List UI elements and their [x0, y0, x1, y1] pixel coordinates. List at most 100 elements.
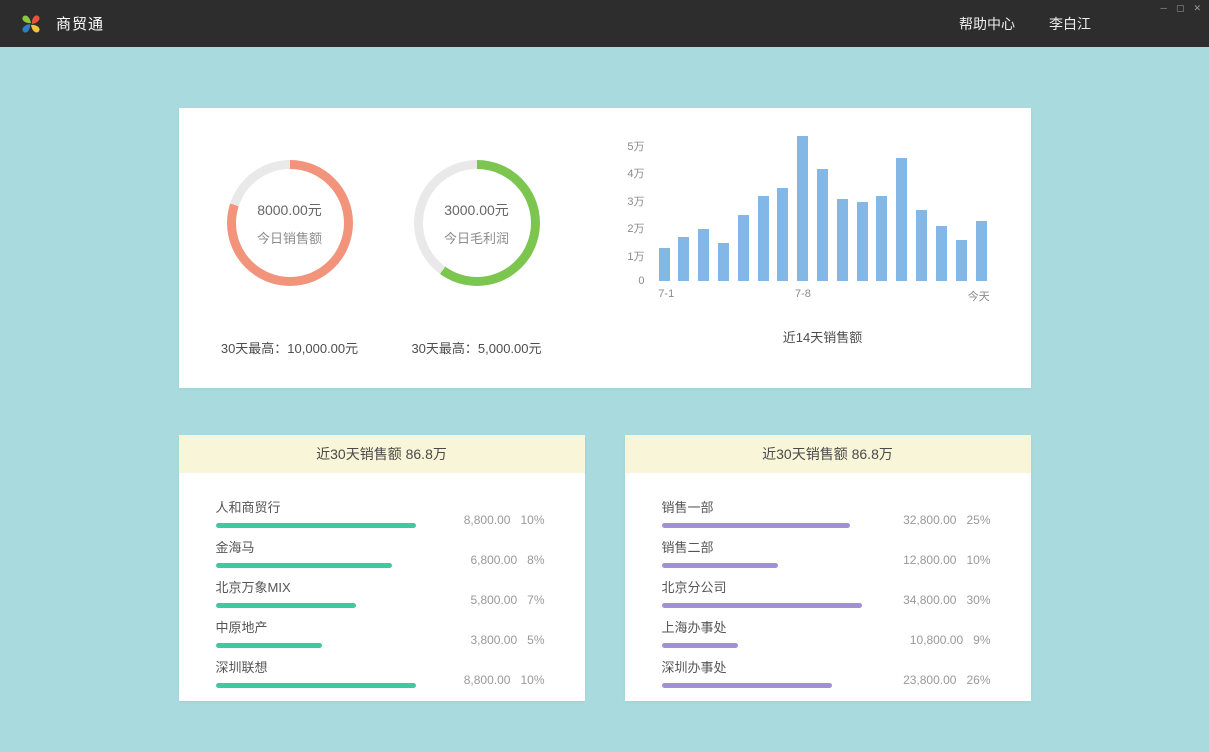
donut-ring: 8000.00元 今日销售额: [227, 160, 353, 286]
sales-bar-plot: [657, 144, 989, 281]
x-tick-label: 7-1: [658, 288, 674, 300]
minimize-button[interactable]: ─: [1161, 2, 1167, 14]
rank-value: 12,800.00 10%: [903, 553, 990, 568]
rank-row: 销售一部32,800.0025%: [662, 489, 991, 528]
sales-bar: [837, 199, 848, 281]
rank-left: 销售一部: [662, 497, 862, 528]
sales-bar: [936, 226, 947, 281]
rank-bar: [662, 643, 738, 648]
rank-card-header: 近30天销售额 86.8万: [625, 435, 1031, 473]
app-title: 商贸通: [56, 13, 104, 34]
rank-bar: [662, 523, 850, 528]
rank-name: 中原地产: [216, 617, 416, 636]
rank-bar: [662, 603, 862, 608]
y-axis: 5万4万3万2万1万0: [619, 144, 657, 281]
rank-amount: 5,800.00: [470, 593, 517, 607]
rank-percent: 10%: [520, 673, 544, 687]
rank-amount: 8,800.00: [464, 513, 511, 527]
rank-value: 5,800.00 7%: [470, 593, 544, 608]
rank-track: [216, 563, 416, 568]
rank-amount: 12,800.00: [903, 553, 956, 567]
rank-amount: 23,800.00: [903, 673, 956, 687]
rank-percent: 10%: [520, 513, 544, 527]
rank-track: [662, 603, 862, 608]
rank-row: 中原地产 3,800.005%: [216, 609, 545, 648]
rank-row: 深圳联想 8,800.0010%: [216, 649, 545, 688]
rank-percent: 30%: [966, 593, 990, 607]
rank-name: 北京万象MIX: [216, 577, 416, 596]
rank-name: 北京分公司: [662, 577, 862, 596]
rank-percent: 9%: [973, 633, 990, 647]
sales-bar: [678, 237, 689, 281]
rank-bar: [216, 683, 416, 688]
rank-percent: 7%: [527, 593, 544, 607]
sales-bar: [896, 158, 907, 281]
overview-card: 8000.00元 今日销售额 30天最高：10,000.00元 3000.00元…: [179, 108, 1031, 388]
chart-area: 5万4万3万2万1万0 7-17-8今天: [619, 144, 989, 301]
rank-name: 人和商贸行: [216, 497, 416, 516]
rank-name: 上海办事处: [662, 617, 862, 636]
rank-row: 北京万象MIX 5,800.00 7%: [216, 569, 545, 608]
sales-bar: [698, 229, 709, 281]
sales-30d-max-label: 30天最高：10,000.00元: [221, 338, 358, 357]
rank-left: 销售二部: [662, 537, 862, 568]
rank-percent: 8%: [527, 553, 544, 567]
help-center-link[interactable]: 帮助中心: [959, 14, 1015, 34]
rank-card-customers: 近30天销售额 86.8万 人和商贸行8,800.0010%金海马6,800.0…: [179, 435, 585, 701]
rank-bar: [216, 563, 392, 568]
rank-track: [216, 603, 416, 608]
rank-left: 金海马: [216, 537, 416, 568]
titlebar: 商贸通 帮助中心 李白江 ─ ▢ ✕: [0, 0, 1209, 47]
maximize-button[interactable]: ▢: [1176, 2, 1185, 14]
rank-card-body: 人和商贸行8,800.0010%金海马6,800.008%北京万象MIX5,80…: [179, 473, 585, 688]
app-window: 商贸通 帮助中心 李白江 ─ ▢ ✕ 8000.00元 今日销售额 30天最高：…: [0, 0, 1209, 701]
donut-center: 8000.00元 今日销售额: [236, 169, 344, 277]
sales-bar: [976, 221, 987, 281]
rank-value: 3,800.005%: [470, 633, 544, 648]
rank-left: 人和商贸行: [216, 497, 416, 528]
rank-amount: 10,800.00: [910, 633, 963, 647]
x-axis: 7-17-8今天: [657, 281, 989, 301]
today-profit-caption: 今日毛利润: [444, 228, 509, 247]
rank-name: 深圳联想: [216, 657, 416, 676]
rank-track: [216, 523, 416, 528]
sales-bar: [777, 188, 788, 281]
y-tick-label: 3万: [627, 193, 644, 209]
rank-percent: 5%: [527, 633, 544, 647]
rank-left: 中原地产: [216, 617, 416, 648]
rank-bar: [662, 683, 832, 688]
y-tick-label: 2万: [627, 220, 644, 236]
x-tick-label: 7-8: [795, 288, 811, 300]
rank-name: 销售二部: [662, 537, 862, 556]
profit-30d-max-label: 30天最高：5,000.00元: [411, 338, 541, 357]
sales-bar: [758, 196, 769, 281]
plot-wrap: 7-17-8今天: [657, 144, 989, 301]
rank-bar: [662, 563, 778, 568]
dashboard-content: 8000.00元 今日销售额 30天最高：10,000.00元 3000.00元…: [179, 108, 1031, 701]
rank-cards-row: 近30天销售额 86.8万 人和商贸行8,800.0010%金海马6,800.0…: [179, 435, 1031, 701]
rank-percent: 10%: [966, 553, 990, 567]
today-sales-value: 8000.00元: [257, 200, 322, 220]
y-tick-label: 4万: [627, 165, 644, 181]
rank-amount: 6,800.00: [470, 553, 517, 567]
today-profit-value: 3000.00元: [444, 200, 509, 220]
sales-bar: [797, 136, 808, 281]
rank-value: 6,800.00 8%: [470, 553, 544, 568]
rank-amount: 34,800.00: [903, 593, 956, 607]
rank-value: 34,800.00 30%: [903, 593, 990, 608]
rank-row: 深圳办事处23,800.0026%: [662, 649, 991, 688]
rank-card-departments: 近30天销售额 86.8万 销售一部32,800.0025% 销售二部 12,800…: [625, 435, 1031, 701]
user-menu[interactable]: 李白江: [1049, 14, 1091, 34]
rank-row: 销售二部 12,800.00 10%: [662, 529, 991, 568]
rank-track: [662, 643, 862, 648]
sales-bar: [876, 196, 887, 281]
rank-row: 金海马 6,800.00 8%: [216, 529, 545, 568]
rank-value: 8,800.0010%: [464, 673, 545, 688]
rank-row: 北京分公司 34,800.00 30%: [662, 569, 991, 608]
close-button[interactable]: ✕: [1193, 2, 1201, 14]
rank-left: 上海办事处: [662, 617, 862, 648]
rank-name: 金海马: [216, 537, 416, 556]
titlebar-menu: 帮助中心 李白江: [959, 14, 1091, 34]
sales-bar: [916, 210, 927, 281]
rank-left: 深圳联想: [216, 657, 416, 688]
